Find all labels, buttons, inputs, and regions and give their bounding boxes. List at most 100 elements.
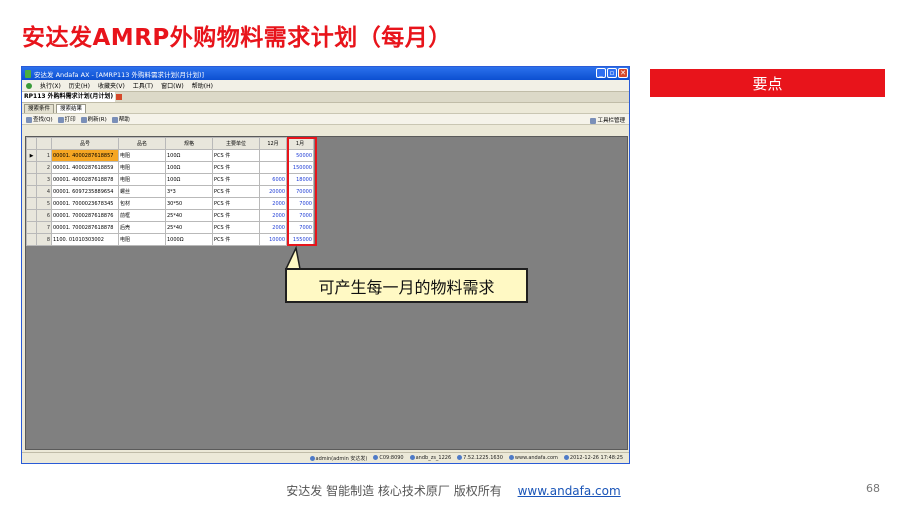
- version-icon: [457, 455, 463, 460]
- cell-item-code[interactable]: 00001. 7000023678345: [51, 197, 119, 210]
- table-row[interactable]: 2 00001. 4000287618859 电阻 100Ω PCS 件 150…: [26, 161, 314, 174]
- cell-spec[interactable]: 30*50: [165, 197, 213, 210]
- cell-december[interactable]: 20000: [259, 185, 287, 198]
- cell-spec[interactable]: 25*40: [165, 221, 213, 234]
- results-table: 品号 品名 规格 主要单位 12月 1月 ▶ 1 00001. 40002876…: [26, 137, 314, 246]
- tab-search-results[interactable]: 搜索结果: [56, 104, 87, 113]
- toolbar-manage-button[interactable]: 工具栏管理: [590, 116, 625, 124]
- cell-item-code[interactable]: 00001. 6097235889654: [51, 185, 119, 198]
- january-column-highlight: [287, 137, 317, 246]
- cell-item-name[interactable]: 包材: [118, 197, 166, 210]
- status-user: admin(admin 安达发): [309, 455, 367, 462]
- table-row[interactable]: 8 1100. 01010303002 电阻 1000Ω PCS 件 10000…: [26, 233, 314, 246]
- cell-item-code[interactable]: 00001. 4000287618859: [51, 161, 119, 174]
- row-number: 8: [36, 233, 52, 246]
- cell-unit[interactable]: PCS 件: [212, 221, 260, 234]
- help-button[interactable]: 帮助: [111, 115, 130, 123]
- header-december[interactable]: 12月: [259, 137, 287, 150]
- help-icon: [111, 116, 118, 123]
- table-header-row: 品号 品名 规格 主要单位 12月 1月: [26, 137, 314, 150]
- menu-window[interactable]: 窗口(W): [161, 81, 184, 90]
- minimize-button[interactable]: _: [596, 68, 606, 78]
- row-indicator: [26, 161, 37, 174]
- cell-december[interactable]: 6000: [259, 173, 287, 186]
- menu-favorites[interactable]: 收藏夹(V): [98, 81, 125, 90]
- cell-december[interactable]: [259, 149, 287, 162]
- refresh-button[interactable]: 刷新(R): [80, 115, 107, 123]
- row-number: 6: [36, 209, 52, 222]
- maximize-button[interactable]: ▫: [607, 68, 617, 78]
- cell-item-name[interactable]: 电阻: [118, 173, 166, 186]
- cell-item-name[interactable]: 螺丝: [118, 185, 166, 198]
- cell-december[interactable]: 2000: [259, 221, 287, 234]
- row-number: 1: [36, 149, 52, 162]
- footer-link[interactable]: www.andafa.com: [518, 484, 621, 498]
- table-row[interactable]: 5 00001. 7000023678345 包材 30*50 PCS 件 20…: [26, 197, 314, 210]
- cell-item-name[interactable]: 电阻: [118, 233, 166, 246]
- cell-spec[interactable]: 100Ω: [165, 149, 213, 162]
- cell-item-code[interactable]: 1100. 01010303002: [51, 233, 119, 246]
- menu-tools[interactable]: 工具(T): [133, 81, 153, 90]
- cell-december[interactable]: 2000: [259, 197, 287, 210]
- toolbar-settings-icon: [590, 117, 597, 124]
- cell-unit[interactable]: PCS 件: [212, 173, 260, 186]
- table-row[interactable]: 7 00001. 7000287618878 后壳 25*40 PCS 件 20…: [26, 221, 314, 234]
- row-indicator: [26, 221, 37, 234]
- cell-item-name[interactable]: 前框: [118, 209, 166, 222]
- cell-item-name[interactable]: 后壳: [118, 221, 166, 234]
- cell-unit[interactable]: PCS 件: [212, 149, 260, 162]
- cell-december[interactable]: 10000: [259, 233, 287, 246]
- cell-unit[interactable]: PCS 件: [212, 209, 260, 222]
- close-button[interactable]: ✕: [618, 68, 628, 78]
- table-row[interactable]: 4 00001. 6097235889654 螺丝 3*3 PCS 件 2000…: [26, 185, 314, 198]
- cell-unit[interactable]: PCS 件: [212, 185, 260, 198]
- cell-unit[interactable]: PCS 件: [212, 233, 260, 246]
- cell-item-name[interactable]: 电阻: [118, 149, 166, 162]
- globe-icon: [508, 455, 514, 460]
- window-title: 安达发 Andafa AX - [AMRP113 外购料需求计划(月计划)]: [34, 70, 205, 79]
- print-button[interactable]: 打印: [57, 115, 76, 123]
- header-spec[interactable]: 规格: [165, 137, 213, 150]
- menu-history[interactable]: 历史(H): [69, 81, 90, 90]
- table-row[interactable]: 3 00001. 4000287618878 电阻 100Ω PCS 件 600…: [26, 173, 314, 186]
- query-button[interactable]: 查找(Q): [26, 115, 53, 123]
- cell-item-name[interactable]: 电阻: [118, 161, 166, 174]
- callout-box: 可产生每一月的物料需求: [285, 268, 528, 303]
- cell-spec[interactable]: 100Ω: [165, 173, 213, 186]
- cell-december[interactable]: [259, 161, 287, 174]
- search-icon: [26, 116, 32, 123]
- cell-unit[interactable]: PCS 件: [212, 197, 260, 210]
- row-number: 2: [36, 161, 52, 174]
- page-number: 68: [866, 482, 880, 495]
- document-close-icon[interactable]: [116, 94, 123, 100]
- status-company: C09:8090: [373, 455, 404, 461]
- app-window: 安达发 Andafa AX - [AMRP113 外购料需求计划(月计划)] _…: [21, 66, 630, 464]
- header-unit[interactable]: 主要单位: [212, 137, 260, 150]
- status-datetime: 2012-12-26 17:48:25: [563, 455, 623, 461]
- cell-item-code[interactable]: 00001. 4000287618857: [51, 149, 119, 162]
- cell-item-code[interactable]: 00001. 7000287618878: [51, 221, 119, 234]
- toolbar: 查找(Q) 打印 刷新(R) 帮助 工具栏管理: [22, 113, 629, 125]
- header-item-name[interactable]: 品名: [118, 137, 166, 150]
- header-item-code[interactable]: 品号: [51, 137, 119, 150]
- cell-spec[interactable]: 1000Ω: [165, 233, 213, 246]
- cell-spec[interactable]: 25*40: [165, 209, 213, 222]
- tab-search-conditions[interactable]: 搜索条件: [24, 104, 55, 113]
- cell-spec[interactable]: 100Ω: [165, 161, 213, 174]
- cell-item-code[interactable]: 00001. 7000287618876: [51, 209, 119, 222]
- menu-execute[interactable]: 执行(X): [40, 81, 61, 90]
- cell-unit[interactable]: PCS 件: [212, 161, 260, 174]
- cell-spec[interactable]: 3*3: [165, 185, 213, 198]
- cell-item-code[interactable]: 00001. 4000287618878: [51, 173, 119, 186]
- table-row[interactable]: 6 00001. 7000287618876 前框 25*40 PCS 件 20…: [26, 209, 314, 222]
- cell-december[interactable]: 2000: [259, 209, 287, 222]
- refresh-icon: [80, 116, 87, 123]
- app-menu-icon[interactable]: [26, 82, 32, 89]
- row-number: 4: [36, 185, 52, 198]
- window-titlebar[interactable]: 安达发 Andafa AX - [AMRP113 外购料需求计划(月计划)] _…: [22, 67, 629, 80]
- row-number: 3: [36, 173, 52, 186]
- table-row[interactable]: ▶ 1 00001. 4000287618857 电阻 100Ω PCS 件 5…: [26, 149, 314, 162]
- menu-help[interactable]: 帮助(H): [192, 81, 213, 90]
- document-tab[interactable]: RP113 外购料需求计划(月计划): [22, 92, 116, 102]
- row-indicator: [26, 233, 37, 246]
